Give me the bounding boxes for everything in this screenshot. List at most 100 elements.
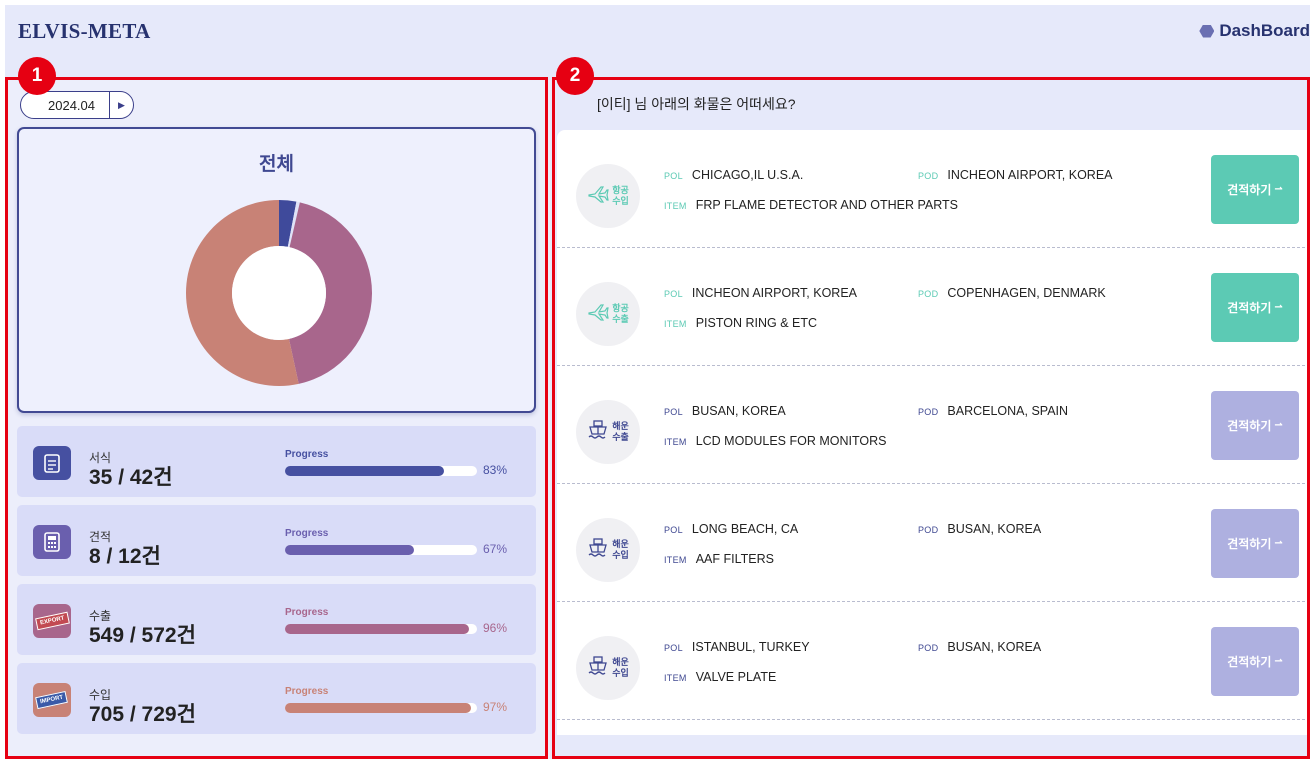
quote-button-label: 견적하기 — [1227, 301, 1272, 315]
quote-button[interactable]: 견적하기 ⇀ — [1211, 391, 1299, 460]
export-stamp-icon: EXPORT — [33, 604, 71, 638]
stat-card[interactable]: IMPORT 수입 705 / 729건 Progress 97% — [17, 663, 536, 734]
dashboard-link[interactable]: DashBoard — [1199, 21, 1310, 41]
item-value: VALVE PLATE — [695, 670, 777, 684]
stat-card[interactable]: EXPORT 수출 549 / 572건 Progress 96% — [17, 584, 536, 655]
quote-button[interactable]: 견적하기 ⇀ — [1211, 155, 1299, 224]
shipment-row[interactable]: 해운 수입 POL LONG BEACH, CA POD BUSAN, KOREA ITEM… — [557, 484, 1310, 602]
progress-fill — [285, 466, 445, 476]
annotation-badge-1: 1 — [18, 57, 56, 95]
transport-mode-badge: 항공 수출 — [576, 282, 640, 346]
pol-value: BUSAN, KOREA — [691, 404, 786, 418]
progress-bar — [285, 466, 477, 476]
pod-value: BUSAN, KOREA — [947, 522, 1042, 536]
transport-mode-badge: 항공 수입 — [576, 164, 640, 228]
arrow-right-icon: ⇀ — [1274, 302, 1283, 313]
shipment-row[interactable]: 항공 수출 POL INCHEON AIRPORT, KOREA POD COPENHAG… — [557, 248, 1310, 366]
progress-percent: 83% — [483, 463, 508, 477]
pod-value: BUSAN, KOREA — [947, 640, 1042, 654]
item-value: FRP FLAME DETECTOR AND OTHER PARTS — [695, 198, 959, 212]
transport-mode-label: 해운 수입 — [612, 539, 629, 560]
next-month-button[interactable]: ▶ — [109, 92, 133, 118]
arrow-right-icon: ⇀ — [1274, 420, 1283, 431]
dashboard-label: DashBoard — [1219, 21, 1310, 40]
pod-key: POD — [918, 171, 939, 181]
pol-key: POL — [664, 525, 683, 535]
shipment-row[interactable]: 해운 수입 POL ISTANBUL, TURKEY POD BUSAN, KOREA IT… — [557, 602, 1310, 720]
shipment-panel: [이티] 님 아래의 화물은 어떠세요? 항공 수입 POL CHICAGO,IL U… — [557, 80, 1310, 759]
item-field: ITEM PISTON RING & ETC — [664, 316, 817, 330]
chart-title: 전체 — [259, 154, 294, 175]
quote-button[interactable]: 견적하기 ⇀ — [1211, 509, 1299, 578]
summary-panel: 2024.04 ▶ 전체 서식 35 / 42건 Progress 83% 견적 8 / … — [5, 80, 550, 759]
airplane-icon — [587, 185, 609, 208]
progress-bar — [285, 624, 477, 634]
progress-fill — [285, 624, 470, 634]
progress-bar — [285, 545, 477, 555]
transport-mode-label: 항공 수입 — [612, 185, 629, 206]
shipment-list[interactable]: 항공 수입 POL CHICAGO,IL U.S.A. POD INCHEON AIRPO… — [557, 130, 1310, 735]
progress-label: Progress — [285, 449, 329, 460]
pod-field: POD BUSAN, KOREA — [918, 522, 1041, 536]
quote-button[interactable]: 견적하기 ⇀ — [1211, 627, 1299, 696]
month-selector[interactable]: 2024.04 ▶ — [20, 91, 134, 119]
item-key: ITEM — [664, 201, 687, 211]
ship-icon — [587, 537, 609, 564]
pod-key: POD — [918, 407, 939, 417]
progress-percent: 97% — [483, 700, 508, 714]
quote-button-label: 견적하기 — [1227, 419, 1272, 433]
ship-icon — [587, 655, 609, 682]
stat-card[interactable]: 서식 35 / 42건 Progress 83% — [17, 426, 536, 497]
month-value: 2024.04 — [48, 97, 95, 113]
pod-key: POD — [918, 525, 939, 535]
progress-percent: 96% — [483, 621, 508, 635]
item-field: ITEM LCD MODULES FOR MONITORS — [664, 434, 886, 448]
shipment-row[interactable]: 해운 수출 POL BUSAN, KOREA POD BARCELONA, SPAIN IT… — [557, 366, 1310, 484]
pod-value: INCHEON AIRPORT, KOREA — [947, 168, 1113, 182]
pol-field: POL ISTANBUL, TURKEY — [664, 640, 810, 654]
pod-value: BARCELONA, SPAIN — [947, 404, 1069, 418]
arrow-right-icon: ⇀ — [1274, 184, 1283, 195]
pol-field: POL INCHEON AIRPORT, KOREA — [664, 286, 857, 300]
transport-mode-badge: 해운 수출 — [576, 400, 640, 464]
progress-fill — [285, 545, 414, 555]
item-key: ITEM — [664, 555, 687, 565]
pol-key: POL — [664, 407, 683, 417]
progress-label: Progress — [285, 607, 329, 618]
item-value: PISTON RING & ETC — [695, 316, 818, 330]
transport-mode-label: 해운 수입 — [612, 657, 629, 678]
pod-field: POD BARCELONA, SPAIN — [918, 404, 1068, 418]
transport-mode-label: 항공 수출 — [612, 303, 629, 324]
app-window: ELVIS-META DashBoard 2024.04 ▶ 전체 서식 35 /… — [5, 5, 1310, 759]
ship-icon — [587, 419, 609, 446]
item-key: ITEM — [664, 319, 687, 329]
pod-key: POD — [918, 289, 939, 299]
stat-card[interactable]: 견적 8 / 12건 Progress 67% — [17, 505, 536, 576]
import-stamp-icon: IMPORT — [33, 683, 71, 717]
pol-key: POL — [664, 289, 683, 299]
play-arrow-icon: ▶ — [118, 99, 125, 110]
calculator-icon — [33, 525, 71, 559]
donut-hole — [232, 246, 326, 340]
donut-chart — [186, 200, 372, 386]
transport-mode-label: 해운 수출 — [612, 421, 629, 442]
quote-button-label: 견적하기 — [1227, 537, 1272, 551]
shipment-row[interactable]: 항공 수입 POL CHICAGO,IL U.S.A. POD INCHEON AIRPO… — [557, 130, 1310, 248]
document-icon — [33, 446, 71, 480]
item-value: AAF FILTERS — [695, 552, 774, 566]
progress-label: Progress — [285, 528, 329, 539]
transport-mode-badge: 해운 수입 — [576, 636, 640, 700]
transport-mode-badge: 해운 수입 — [576, 518, 640, 582]
item-value: LCD MODULES FOR MONITORS — [695, 434, 887, 448]
pol-value: LONG BEACH, CA — [691, 522, 799, 536]
annotation-badge-2: 2 — [556, 57, 594, 95]
airplane-icon — [587, 303, 609, 326]
pol-value: INCHEON AIRPORT, KOREA — [691, 286, 858, 300]
progress-fill — [285, 703, 472, 713]
pod-value: COPENHAGEN, DENMARK — [947, 286, 1106, 300]
quote-button[interactable]: 견적하기 ⇀ — [1211, 273, 1299, 342]
app-logo[interactable]: ELVIS-META — [18, 19, 151, 44]
quote-button-label: 견적하기 — [1227, 183, 1272, 197]
pol-value: CHICAGO,IL U.S.A. — [691, 168, 804, 182]
pod-key: POD — [918, 643, 939, 653]
